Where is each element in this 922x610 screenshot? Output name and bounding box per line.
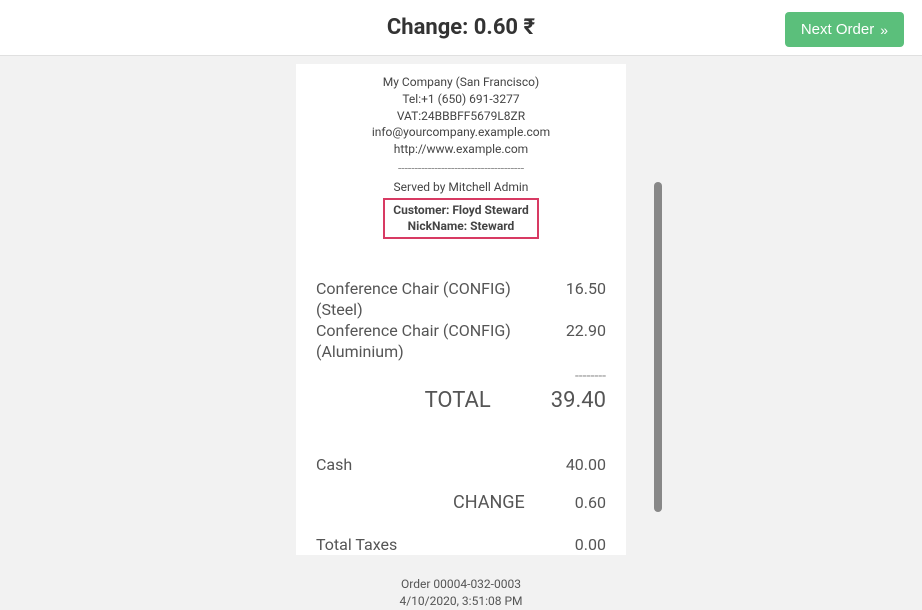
taxes-row: Total Taxes 0.00	[316, 535, 606, 554]
change-title: Change: 0.60 ₹	[387, 15, 535, 40]
taxes-value: 0.00	[575, 535, 606, 554]
items-list: Conference Chair (CONFIG) (Steel) 16.50 …	[316, 279, 606, 362]
chevron-right-icon: »	[880, 22, 888, 38]
next-order-label: Next Order	[801, 21, 874, 38]
header-bar: Change: 0.60 ₹ Next Order »	[0, 0, 922, 56]
order-id: Order 00004-032-0003	[316, 576, 606, 593]
company-tel: Tel:+1 (650) 691-3277	[316, 91, 606, 108]
total-row: TOTAL 39.40	[316, 388, 606, 413]
right-separator: --------	[316, 368, 606, 384]
company-name: My Company (San Francisco)	[316, 74, 606, 91]
list-item: Conference Chair (CONFIG) (Steel) 16.50	[316, 279, 606, 321]
separator: --------------------------------------	[316, 160, 606, 177]
payment-row: Cash 40.00	[316, 455, 606, 474]
change-label: CHANGE	[316, 492, 575, 513]
next-order-button[interactable]: Next Order »	[785, 12, 904, 47]
customer-name: Customer: Floyd Steward	[393, 202, 528, 219]
company-email: info@yourcompany.example.com	[316, 124, 606, 141]
order-footer: Order 00004-032-0003 4/10/2020, 3:51:08 …	[316, 576, 606, 610]
item-price: 22.90	[566, 321, 606, 363]
list-item: Conference Chair (CONFIG) (Aluminium) 22…	[316, 321, 606, 363]
served-by: Served by Mitchell Admin	[316, 179, 606, 196]
payment-method: Cash	[316, 455, 352, 474]
customer-nickname: NickName: Steward	[393, 218, 528, 235]
payment-amount: 40.00	[566, 455, 606, 474]
item-price: 16.50	[566, 279, 606, 321]
receipt-area: My Company (San Francisco) Tel:+1 (650) …	[0, 56, 922, 555]
total-value: 39.40	[551, 388, 606, 413]
customer-highlight-box: Customer: Floyd Steward NickName: Stewar…	[383, 198, 538, 240]
item-name: Conference Chair (CONFIG) (Steel)	[316, 279, 566, 321]
taxes-label: Total Taxes	[316, 535, 397, 554]
total-label: TOTAL	[316, 388, 551, 413]
company-vat: VAT:24BBBFF5679L8ZR	[316, 108, 606, 125]
receipt-header: My Company (San Francisco) Tel:+1 (650) …	[316, 74, 606, 239]
change-row: CHANGE 0.60	[316, 492, 606, 513]
scrollbar-thumb[interactable]	[654, 182, 662, 512]
company-website: http://www.example.com	[316, 141, 606, 158]
order-date: 4/10/2020, 3:51:08 PM	[316, 593, 606, 610]
receipt: My Company (San Francisco) Tel:+1 (650) …	[296, 64, 626, 555]
item-name: Conference Chair (CONFIG) (Aluminium)	[316, 321, 566, 363]
change-value: 0.60	[575, 493, 606, 512]
payment-section: Cash 40.00 CHANGE 0.60 Total Taxes 0.00	[316, 455, 606, 554]
